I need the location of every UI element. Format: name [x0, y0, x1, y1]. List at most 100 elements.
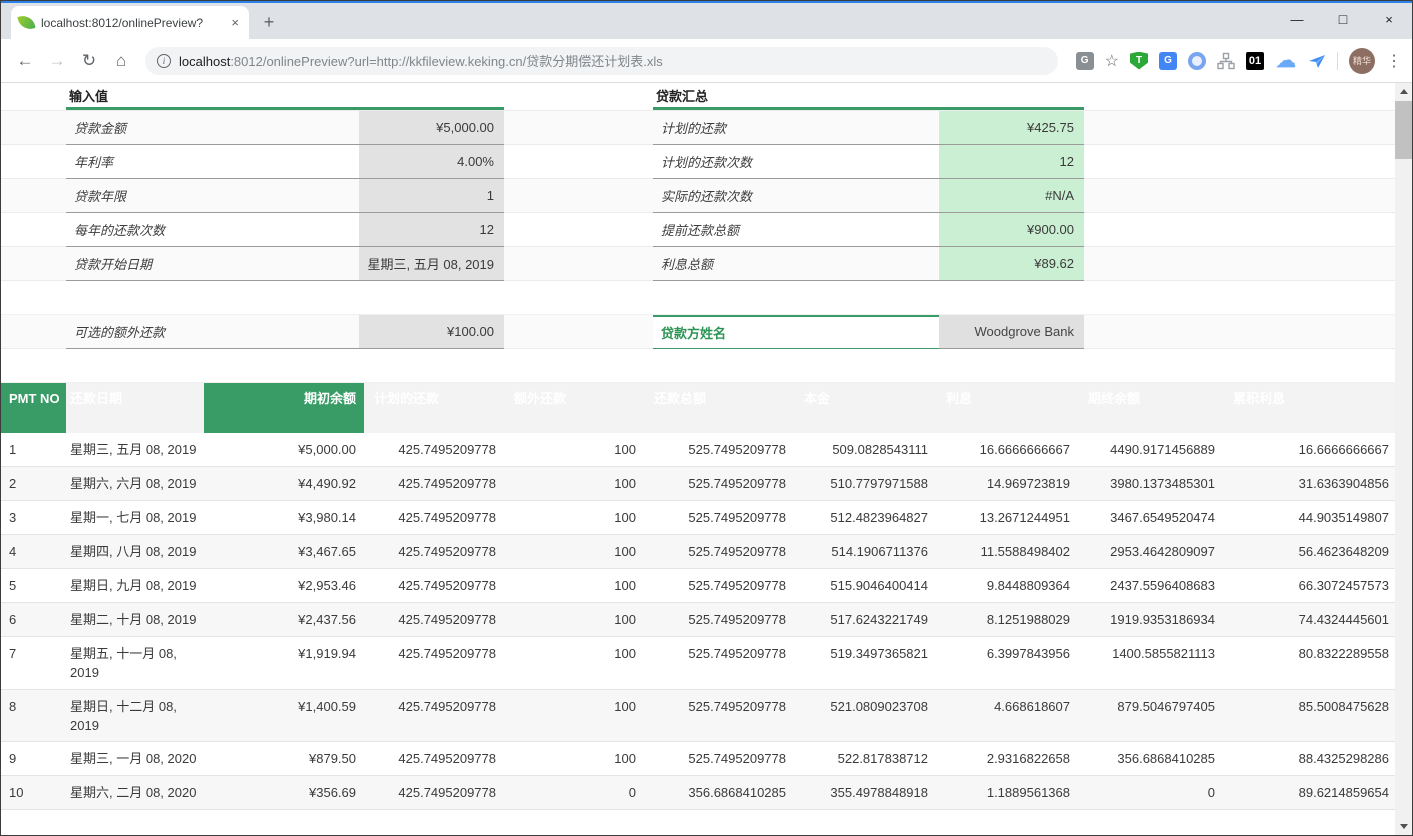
table-cell: ¥879.50 [204, 742, 364, 775]
summary-value: 12 [939, 145, 1084, 178]
translate-extension-icon[interactable]: G [1159, 52, 1177, 70]
summary-value: ¥89.62 [939, 247, 1084, 280]
table-cell: 星期六, 六月 08, 2019 [66, 467, 204, 500]
table-cell: 14.969723819 [936, 467, 1078, 500]
vertical-scrollbar[interactable] [1395, 83, 1412, 835]
table-cell: 525.7495209778 [644, 690, 794, 742]
cloud-extension-icon[interactable]: ☁ [1275, 50, 1297, 72]
scroll-up-arrow[interactable] [1395, 83, 1412, 100]
table-cell: 11.5588498402 [936, 535, 1078, 568]
table-cell: ¥4,490.92 [204, 467, 364, 500]
bookmark-star-icon[interactable]: ☆ [1105, 51, 1119, 71]
input-value: 星期三, 五月 08, 2019 [359, 247, 504, 280]
page-info-icon[interactable]: i [157, 54, 171, 68]
table-cell: ¥3,467.65 [204, 535, 364, 568]
url-text: localhost:8012/onlinePreview?url=http://… [179, 51, 663, 70]
form-row: 贷款开始日期 星期三, 五月 08, 2019 利息总额 ¥89.62 [1, 247, 1395, 281]
table-cell: 16.6666666667 [936, 433, 1078, 466]
reload-button[interactable]: ↻ [75, 47, 103, 75]
table-cell: 13.2671244951 [936, 501, 1078, 534]
tampermonkey-icon[interactable]: T [1130, 52, 1148, 70]
scrollbar-thumb[interactable] [1395, 101, 1412, 159]
sitemap-extension-icon[interactable] [1217, 52, 1235, 70]
table-cell: 355.4978848918 [794, 776, 936, 809]
bird-extension-icon[interactable] [1308, 52, 1326, 70]
table-cell: 0 [1078, 776, 1223, 809]
table-cell: ¥1,400.59 [204, 690, 364, 742]
table-cell: 512.4823964827 [794, 501, 936, 534]
table-cell: 80.8322289558 [1223, 637, 1397, 689]
table-cell: 4.668618607 [936, 690, 1078, 742]
table-cell: 521.0809023708 [794, 690, 936, 742]
badge-01-extension-icon[interactable]: 01 [1246, 52, 1264, 70]
input-value: ¥5,000.00 [359, 111, 504, 144]
forward-button[interactable]: → [43, 47, 71, 75]
input-value: 4.00% [359, 145, 504, 178]
input-label: 贷款年限 [66, 179, 359, 212]
browser-window: localhost:8012/onlinePreview? × + — □ × … [0, 0, 1413, 836]
table-cell: 1400.5855821113 [1078, 637, 1223, 689]
spreadsheet-preview: 输入值 贷款汇总 贷款金额 ¥5,000.00 计划的还款 ¥425.75 年利… [1, 83, 1395, 810]
minimize-button[interactable]: — [1274, 3, 1320, 35]
table-cell: 100 [504, 690, 644, 742]
input-label: 年利率 [66, 145, 359, 178]
table-row: 3星期一, 七月 08, 2019¥3,980.14425.7495209778… [1, 501, 1395, 535]
toolbar-divider [1337, 52, 1338, 70]
browser-toolbar: ← → ↻ ⌂ i localhost:8012/onlinePreview?u… [1, 39, 1412, 83]
ring-extension-icon[interactable] [1188, 52, 1206, 70]
table-cell: 0 [504, 776, 644, 809]
table-cell: ¥5,000.00 [204, 433, 364, 466]
table-cell: 星期五, 十一月 08, 2019 [66, 637, 204, 689]
table-cell: 3 [1, 501, 66, 534]
profile-avatar[interactable]: 精华 [1349, 48, 1375, 74]
table-cell: 525.7495209778 [644, 467, 794, 500]
section-titles-row: 输入值 贷款汇总 [1, 83, 1395, 111]
table-row: 8星期日, 十二月 08, 2019¥1,400.59425.749520977… [1, 690, 1395, 743]
schedule-table-body: 1星期三, 五月 08, 2019¥5,000.00425.7495209778… [1, 433, 1395, 810]
column-header: 还款总额 [644, 383, 794, 433]
titlebar: localhost:8012/onlinePreview? × + — □ × [1, 3, 1412, 39]
column-header: 期终余额 [1078, 383, 1223, 433]
form-row: 每年的还款次数 12 提前还款总额 ¥900.00 [1, 213, 1395, 247]
summary-label: 利息总额 [653, 247, 939, 280]
form-row: 年利率 4.00% 计划的还款次数 12 [1, 145, 1395, 179]
summary-label: 计划的还款 [653, 111, 939, 144]
close-button[interactable]: × [1366, 3, 1412, 35]
extra-payment-value: ¥100.00 [359, 315, 504, 348]
table-cell: 2437.5596408683 [1078, 569, 1223, 602]
table-row: 7星期五, 十一月 08, 2019¥1,919.94425.749520977… [1, 637, 1395, 690]
table-cell: 3467.6549520474 [1078, 501, 1223, 534]
input-value: 12 [359, 213, 504, 246]
table-cell: 6.3997843956 [936, 637, 1078, 689]
input-section-title: 输入值 [66, 83, 504, 110]
table-cell: 356.6868410285 [1078, 742, 1223, 775]
menu-dots-icon[interactable]: ⋮ [1386, 51, 1402, 71]
back-button[interactable]: ← [11, 47, 39, 75]
extra-payment-row: 可选的额外还款 ¥100.00 贷款方姓名 Woodgrove Bank [1, 315, 1395, 349]
table-row: 6星期二, 十月 08, 2019¥2,437.56425.7495209778… [1, 603, 1395, 637]
table-cell: 100 [504, 433, 644, 466]
new-tab-button[interactable]: + [255, 8, 283, 36]
translate-icon[interactable]: G [1076, 52, 1094, 70]
table-cell: 425.7495209778 [364, 603, 504, 636]
table-cell: ¥2,953.46 [204, 569, 364, 602]
table-row: 5星期日, 九月 08, 2019¥2,953.46425.7495209778… [1, 569, 1395, 603]
tab-close-icon[interactable]: × [229, 15, 241, 30]
url-bar[interactable]: i localhost:8012/onlinePreview?url=http:… [145, 47, 1058, 75]
table-cell: 100 [504, 637, 644, 689]
table-cell: 星期三, 一月 08, 2020 [66, 742, 204, 775]
home-button[interactable]: ⌂ [107, 47, 135, 75]
spacer-row [1, 281, 1395, 315]
table-cell: 4490.9171456889 [1078, 433, 1223, 466]
form-row: 贷款年限 1 实际的还款次数 #N/A [1, 179, 1395, 213]
table-cell: 1.1889561368 [936, 776, 1078, 809]
table-cell: 31.6363904856 [1223, 467, 1397, 500]
column-header: 还款日期 [66, 383, 204, 433]
scroll-down-arrow[interactable] [1395, 818, 1412, 835]
url-path: :8012/onlinePreview?url=http://kkfilevie… [230, 54, 662, 69]
browser-tab[interactable]: localhost:8012/onlinePreview? × [11, 6, 249, 39]
table-cell: 525.7495209778 [644, 501, 794, 534]
window-controls: — □ × [1274, 3, 1412, 35]
maximize-button[interactable]: □ [1320, 3, 1366, 35]
extra-payment-label: 可选的额外还款 [66, 315, 359, 348]
